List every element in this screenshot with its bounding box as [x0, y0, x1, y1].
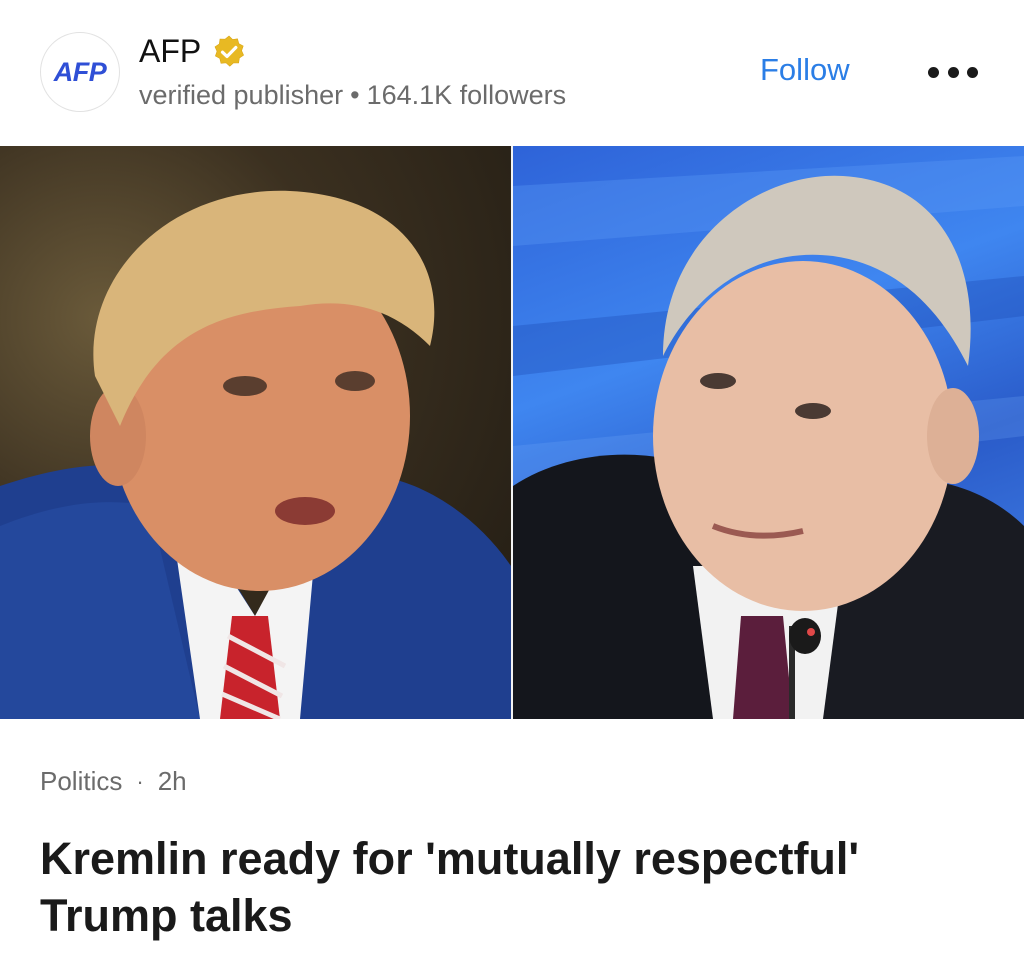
meta-separator: •: [350, 80, 360, 110]
article-timestamp: 2h: [157, 766, 187, 796]
article-photo-right: [513, 146, 1024, 719]
more-dot: [947, 66, 959, 78]
verified-badge-icon: [214, 35, 245, 67]
article-headline[interactable]: Kremlin ready for 'mutually respectful' …: [40, 830, 1000, 944]
more-options-icon[interactable]: [928, 60, 978, 84]
publisher-name-row: AFP: [139, 33, 247, 70]
follow-button[interactable]: Follow: [760, 52, 850, 88]
publisher-status: verified publisher: [139, 80, 344, 110]
publisher-header: AFP AFP verified publisher • 164.1K follow…: [0, 0, 1024, 146]
publisher-avatar[interactable]: AFP: [40, 32, 120, 112]
article-photo-left: [0, 146, 511, 719]
portrait-left-illustration: [0, 190, 511, 719]
publisher-name[interactable]: AFP: [139, 33, 201, 70]
article-meta: Politics · 2h: [40, 766, 187, 797]
article-category[interactable]: Politics: [40, 766, 122, 797]
follower-count: 164.1K followers: [366, 80, 567, 110]
portrait-right-illustration: [513, 156, 1024, 719]
publisher-logo-text: AFP: [53, 56, 107, 87]
more-dot: [967, 66, 978, 78]
article-image[interactable]: [0, 146, 1024, 719]
more-dot: [928, 66, 939, 78]
publisher-meta: verified publisher • 164.1K followers: [139, 80, 566, 111]
meta-dot: ·: [136, 768, 144, 794]
